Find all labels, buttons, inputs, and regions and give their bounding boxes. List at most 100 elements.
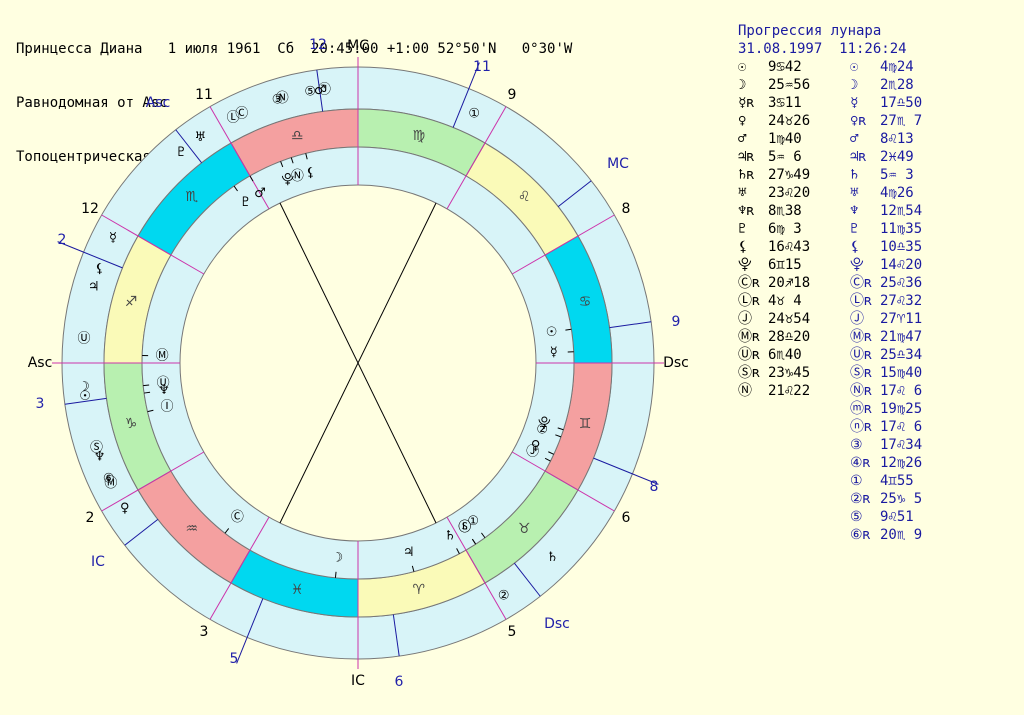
natal-planet-glyph: ② xyxy=(536,423,548,438)
progressed-position: ① 4♊55 xyxy=(850,473,914,489)
progressed-house-number: 5 xyxy=(230,651,239,667)
progressed-mc-label: MC xyxy=(607,156,629,172)
table-row: ♄ʀ 27♑49 ♄ 5♒ 3 xyxy=(738,166,914,184)
natal-planet-glyph: Ⓙ xyxy=(526,444,539,459)
table-row: ⯓ 6♊15 ⯓ 14♌20 xyxy=(738,256,922,274)
zodiac-sign-glyph: ♋ xyxy=(579,294,592,310)
table-row: Ⓤʀ 6♏40 Ⓤʀ 25♎34 xyxy=(738,346,922,364)
table-row: ④ʀ 12♍26 xyxy=(738,454,922,472)
natal-planet-glyph: ♂ xyxy=(254,186,266,201)
table-row: ☿ʀ 3♋11 ☿ 17♎50 xyxy=(738,94,922,112)
table-row: ②ʀ 25♑ 5 xyxy=(738,490,922,508)
progressed-position: Ⓒʀ 25♌36 xyxy=(850,275,923,291)
house-number: 5 xyxy=(508,624,517,640)
progressed-planet-glyph: Ⓒ xyxy=(235,106,248,121)
progressed-planet-glyph: ☿ xyxy=(109,231,117,246)
natal-planet-glyph: Ⓛ xyxy=(458,520,471,535)
table-row: Ⓝ 21♌22 Ⓝʀ 17♌ 6 xyxy=(738,382,922,400)
progressed-house-number: 2 xyxy=(58,232,67,248)
progressed-planet-glyph: ♅ xyxy=(194,130,206,145)
progressed-planet-glyph: ♆ xyxy=(94,450,106,465)
zodiac-sign-glyph: ♏ xyxy=(186,189,199,205)
table-row: ♀ 24♉26 ♀ʀ 27♏ 7 xyxy=(738,112,922,130)
table-row: ♅ 23♌20 ♅ 4♍26 xyxy=(738,184,914,202)
natal-planet-glyph: Ⓝ xyxy=(291,169,304,184)
natal-planet-glyph: ♆ xyxy=(158,383,170,398)
table-row: ⓝʀ 17♌ 6 xyxy=(738,418,922,436)
progressed-position: ⓝʀ 17♌ 6 xyxy=(850,419,923,435)
natal-position: ♅ 23♌20 xyxy=(738,185,811,201)
progressed-position: ♆ 12♏54 xyxy=(850,203,923,219)
natal-position: ♂ 1♍40 xyxy=(738,131,802,147)
table-row: ☉ 9♋42 ☉ 4♍24 xyxy=(738,58,914,76)
progressed-house-number: 8 xyxy=(650,479,659,495)
progressed-position: ♄ 5♒ 3 xyxy=(850,167,914,183)
natal-position: ⯓ 6♊15 xyxy=(738,257,802,273)
progressed-planet-glyph: ① xyxy=(468,106,480,121)
progressed-position: ⑤ 9♌51 xyxy=(850,509,914,525)
progressed-position: Ⓝʀ 17♌ 6 xyxy=(850,383,923,399)
table-row: ⓜʀ 19♍25 xyxy=(738,400,922,418)
house-number: 3 xyxy=(200,624,209,640)
natal-position: ☉ 9♋42 xyxy=(738,59,802,75)
natal-planet-glyph: ☿ xyxy=(550,345,558,360)
progressed-position: ♇ 11♍35 xyxy=(850,221,923,237)
progressed-position: ☉ 4♍24 xyxy=(850,59,914,75)
dsc-label: Dsc xyxy=(663,355,689,371)
natal-planet-glyph: ♃ xyxy=(403,545,415,560)
natal-position: Ⓒʀ 20♐18 xyxy=(738,275,811,291)
zodiac-sign-glyph: ♊ xyxy=(579,416,592,432)
progressed-house-number: 12 xyxy=(309,37,327,53)
mc-label: MC xyxy=(347,38,369,54)
natal-position: ♆ʀ 8♏38 xyxy=(738,203,802,219)
table-row: ☽ 25♒56 ☽ 2♏28 xyxy=(738,76,914,94)
zodiac-sign-glyph: ♈ xyxy=(413,582,426,598)
progressed-position: ♂ 8♌13 xyxy=(850,131,914,147)
natal-planet-glyph: Ⓘ xyxy=(161,400,174,415)
progressed-position: ⑥ʀ 20♏ 9 xyxy=(850,527,923,543)
natal-position: ♀ 24♉26 xyxy=(738,113,811,129)
natal-planet-glyph: ⚸ xyxy=(306,165,316,180)
table-row: ⑤ 9♌51 xyxy=(738,508,914,526)
progression-panel: Прогрессия лунара 31.08.1997 11:26:24 ☉ 9… xyxy=(738,22,922,544)
natal-position: Ⓜʀ 28♎20 xyxy=(738,329,811,345)
table-row: Ⓙ 24♉54 Ⓙ 27♈11 xyxy=(738,310,922,328)
progressed-planet-glyph: ② xyxy=(498,589,510,604)
progressed-position: ④ʀ 12♍26 xyxy=(850,455,923,471)
natal-planet-glyph: ☽ xyxy=(332,550,344,565)
natal-planet-glyph: ☉ xyxy=(546,325,558,340)
table-row: Ⓜʀ 28♎20 Ⓜʀ 21♍47 xyxy=(738,328,922,346)
progressed-planet-glyph: Ⓤ xyxy=(78,332,91,347)
progressed-position: ♅ 4♍26 xyxy=(850,185,914,201)
natal-position: Ⓤʀ 6♏40 xyxy=(738,347,802,363)
progressed-position: ♀ʀ 27♏ 7 xyxy=(850,113,923,129)
planet-tick xyxy=(143,384,150,387)
progressed-position: ⯓ 14♌20 xyxy=(850,257,923,273)
table-row: Ⓒʀ 20♐18 Ⓒʀ 25♌36 xyxy=(738,274,922,292)
progressed-position: ♃ʀ 2♓49 xyxy=(850,149,914,165)
asc-label: Asc xyxy=(28,355,53,371)
progression-title: Прогрессия лунара xyxy=(738,23,882,39)
progressed-planet-glyph: ☉ xyxy=(79,389,91,404)
natal-position: Ⓛʀ 4♉ 4 xyxy=(738,293,802,309)
natal-position: ♃ʀ 5♒ 6 xyxy=(738,149,802,165)
table-row: ③ 17♌34 xyxy=(738,436,922,454)
progressed-position: ⓜʀ 19♍25 xyxy=(850,401,923,417)
progressed-position: Ⓤʀ 25♎34 xyxy=(850,347,923,363)
table-row: Ⓛʀ 4♉ 4 Ⓛʀ 27♌32 xyxy=(738,292,922,310)
progressed-position: Ⓛʀ 27♌32 xyxy=(850,293,923,309)
table-row: ♆ʀ 8♏38 ♆ 12♏54 xyxy=(738,202,922,220)
natal-position: Ⓙ 24♉54 xyxy=(738,311,811,327)
zodiac-sign-glyph: ♒ xyxy=(186,521,199,537)
table-row: Ⓢʀ 23♑45 Ⓢʀ 15♍40 xyxy=(738,364,922,382)
progressed-position: ⚸ 10♎35 xyxy=(850,239,923,255)
progressed-planet-glyph: Ⓜ xyxy=(104,476,117,491)
house-number: 11 xyxy=(195,87,213,103)
progressed-planet-glyph: ♀ xyxy=(120,501,130,516)
progressed-planet-glyph: ♇ xyxy=(175,145,187,160)
natal-planet-glyph: Ⓜ xyxy=(156,349,169,364)
progression-datetime: 31.08.1997 11:26:24 xyxy=(738,41,907,57)
progressed-house-number: 3 xyxy=(36,396,45,412)
natal-planet-glyph: Ⓒ xyxy=(231,510,244,525)
house-number: 9 xyxy=(508,87,517,103)
